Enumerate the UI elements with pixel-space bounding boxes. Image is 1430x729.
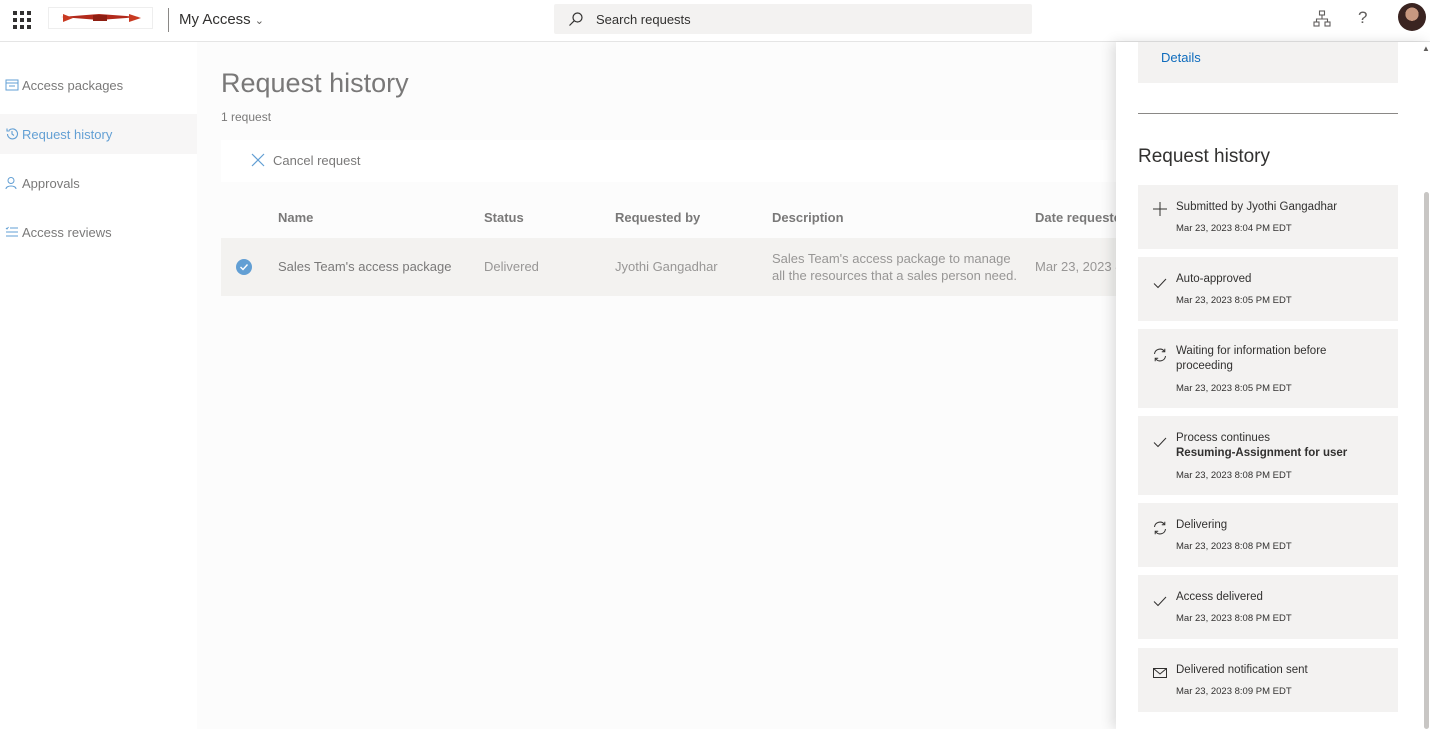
cell-requested-by: Jyothi Gangadhar xyxy=(615,259,718,274)
event-date: Mar 23, 2023 8:08 PM EDT xyxy=(1176,470,1292,481)
event-date: Mar 23, 2023 8:09 PM EDT xyxy=(1176,686,1292,697)
sync-icon xyxy=(1154,521,1166,535)
check-icon xyxy=(1153,596,1167,607)
organization-logo[interactable] xyxy=(48,7,153,29)
event-title-text: Process continues xyxy=(1176,432,1270,444)
event-title: Access delivered xyxy=(1176,591,1263,603)
cell-status: Delivered xyxy=(484,259,539,274)
cell-description: Sales Team's access package to manage al… xyxy=(772,251,1017,283)
event-date: Mar 23, 2023 8:04 PM EDT xyxy=(1176,223,1292,234)
sync-icon xyxy=(1154,348,1166,362)
app-title-label: My Access xyxy=(179,11,251,28)
event-date: Mar 23, 2023 8:05 PM EDT xyxy=(1176,383,1292,394)
history-event: Process continues Resuming-Assignment fo… xyxy=(1138,416,1398,495)
search-input[interactable] xyxy=(596,4,1016,34)
header-separator xyxy=(168,8,169,32)
cell-name: Sales Team's access package xyxy=(278,259,452,274)
column-header-date[interactable]: Date requeste xyxy=(1035,210,1121,225)
cancel-request-label: Cancel request xyxy=(273,152,361,168)
request-count: 1 request xyxy=(221,110,272,124)
event-title: Delivered notification sent xyxy=(1176,664,1308,676)
person-icon xyxy=(4,175,20,191)
history-event: Delivered notification sent Mar 23, 2023… xyxy=(1138,648,1398,712)
table-row[interactable]: Sales Team's access package Delivered Jy… xyxy=(221,238,1121,296)
chevron-down-icon: ⌄ xyxy=(254,15,264,27)
event-title: Delivering xyxy=(1176,519,1228,531)
history-event: Waiting for information before proceedin… xyxy=(1138,329,1398,408)
event-date: Mar 23, 2023 8:08 PM EDT xyxy=(1176,541,1292,552)
check-icon xyxy=(1153,278,1167,289)
sidebar-item-access-reviews[interactable]: Access reviews xyxy=(0,212,197,252)
row-selected-check-icon[interactable] xyxy=(236,259,252,275)
event-title: Process continues Resuming-Assignment fo… xyxy=(1176,431,1386,461)
command-bar: Cancel request xyxy=(221,140,1121,182)
sidebar-item-label: Request history xyxy=(22,126,113,142)
sidebar-item-label: Access reviews xyxy=(22,224,112,240)
details-section: Details xyxy=(1138,42,1398,83)
app-title[interactable]: My Access ⌄ xyxy=(179,11,264,28)
history-event: Access delivered Mar 23, 2023 8:08 PM ED… xyxy=(1138,575,1398,639)
event-date: Mar 23, 2023 8:05 PM EDT xyxy=(1176,295,1292,306)
request-details-panel: Details Request history Submitted by Jyo… xyxy=(1116,42,1430,729)
sidebar: Access packages Request history Approval… xyxy=(0,42,197,729)
checklist-icon xyxy=(4,224,20,240)
search-box[interactable] xyxy=(554,4,1032,34)
history-icon xyxy=(4,126,20,142)
avatar[interactable] xyxy=(1398,3,1426,31)
history-event: Delivering Mar 23, 2023 8:08 PM EDT xyxy=(1138,503,1398,567)
details-link[interactable]: Details xyxy=(1161,50,1201,65)
panel-divider xyxy=(1138,113,1398,114)
close-icon xyxy=(251,153,265,167)
history-event: Submitted by Jyothi Gangadhar Mar 23, 20… xyxy=(1138,185,1398,249)
package-icon xyxy=(4,77,20,93)
column-header-requested-by[interactable]: Requested by xyxy=(615,210,700,225)
panel-title: Request history xyxy=(1138,146,1271,167)
event-detail: Resuming-Assignment for user xyxy=(1176,447,1348,459)
mail-icon xyxy=(1153,668,1167,678)
sidebar-item-label: Approvals xyxy=(22,175,80,191)
app-launcher-icon[interactable] xyxy=(13,11,31,29)
event-title: Submitted by Jyothi Gangadhar xyxy=(1176,201,1338,213)
sidebar-item-approvals[interactable]: Approvals xyxy=(0,163,197,203)
event-title: Waiting for information before proceedin… xyxy=(1176,345,1327,372)
plus-icon xyxy=(1153,202,1167,216)
check-icon xyxy=(1153,437,1167,448)
table-header: Name Status Requested by Description Dat… xyxy=(221,200,1121,236)
sidebar-item-label: Access packages xyxy=(22,77,124,93)
top-bar: My Access⌄ ? xyxy=(0,0,1430,42)
search-icon xyxy=(569,12,583,26)
help-icon[interactable]: ? xyxy=(1358,8,1367,28)
event-title: Auto-approved xyxy=(1176,273,1252,285)
cancel-request-button[interactable]: Cancel request xyxy=(250,152,360,168)
scroll-up-arrow-icon[interactable]: ▲ xyxy=(1422,44,1430,53)
column-header-description[interactable]: Description xyxy=(772,210,844,225)
event-date: Mar 23, 2023 8:08 PM EDT xyxy=(1176,613,1292,624)
column-header-status[interactable]: Status xyxy=(484,210,524,225)
column-header-name[interactable]: Name xyxy=(278,210,313,225)
sidebar-item-request-history[interactable]: Request history xyxy=(0,114,197,154)
sidebar-item-access-packages[interactable]: Access packages xyxy=(0,65,197,105)
panel-scrollbar[interactable] xyxy=(1424,192,1429,729)
org-chart-icon[interactable] xyxy=(1312,9,1332,29)
page-title: Request history xyxy=(221,68,409,98)
history-event: Auto-approved Mar 23, 2023 8:05 PM EDT xyxy=(1138,257,1398,321)
cell-date: Mar 23, 2023 8 xyxy=(1035,259,1121,274)
